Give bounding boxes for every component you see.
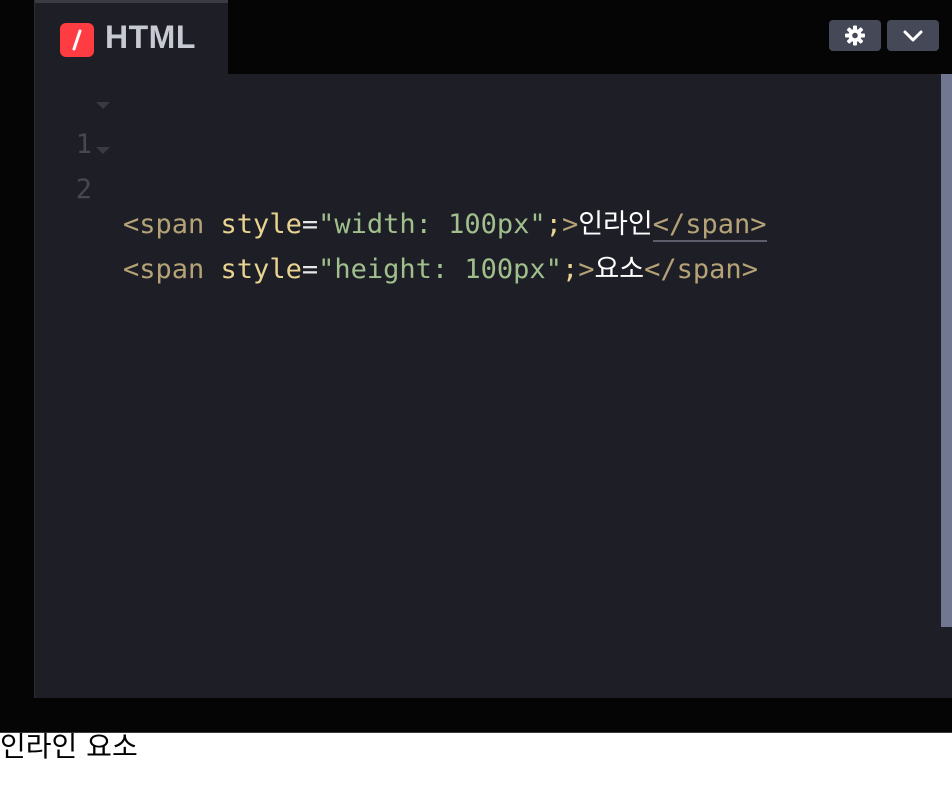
collapse-button[interactable] [887,20,939,51]
tag-close-bracket: > [578,254,595,285]
end-tag: </span> [652,209,767,242]
vertical-scrollbar[interactable] [941,74,952,627]
code-content: <span style="height: 100px";>요소</span> [123,250,758,290]
open-tag: <span [123,209,205,240]
code-content: <span style="width: 100px";>인라인</span> [123,205,767,245]
element-text: 인라인 [578,209,653,240]
semicolon: ; [545,209,562,240]
attribute-value: "width: 100px" [318,209,546,240]
preview-text: 인라인 요소 [0,730,138,763]
editor-bottom-bar [0,699,952,732]
open-tag: <span [123,254,205,285]
settings-button[interactable] [829,20,881,51]
gear-icon [845,25,865,46]
attribute-name: style [220,254,302,285]
equals-sign: = [301,254,319,285]
tag-close-bracket: > [561,209,579,240]
chevron-down-icon [903,30,923,42]
attribute-value: "height: 100px" [318,254,562,285]
semicolon: ; [561,254,579,285]
tab-html[interactable]: HTML [35,0,228,74]
equals-sign: = [301,209,319,240]
fold-arrow-icon[interactable] [96,102,110,110]
line-number: 2 [75,174,92,205]
tab-title: HTML [105,19,196,55]
left-panel-strip [0,0,35,698]
end-tag: </span> [644,254,758,285]
code-line[interactable]: 2 <span style="height: 100px";>요소</span> [35,130,935,285]
attribute-name: style [220,209,302,240]
fold-arrow-icon[interactable] [96,147,110,155]
code-line[interactable]: 1 <span style="width: 100px";>인라인</span> [35,85,935,242]
element-text: 요소 [594,254,645,285]
preview-pane: 인라인 요소 [0,733,952,808]
code-editor[interactable]: 1 <span style="width: 100px";>인라인</span>… [35,74,952,698]
codepen-html-icon [60,23,94,57]
